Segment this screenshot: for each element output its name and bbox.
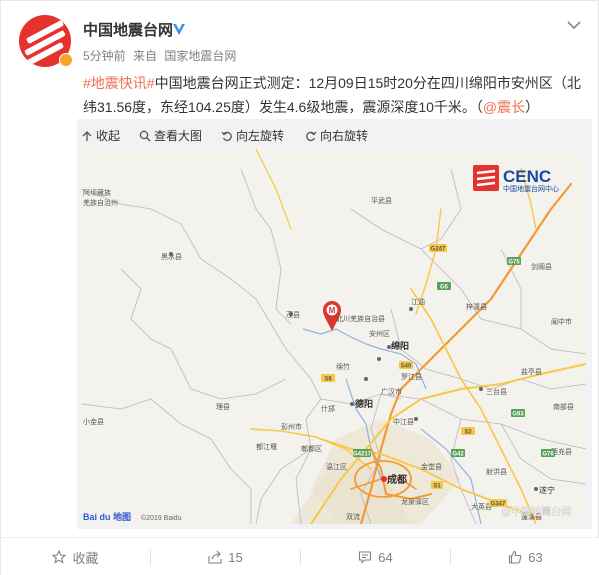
favorite-label: 收藏 [72,550,99,566]
svg-text:成都: 成都 [387,473,407,486]
svg-text:绵竹: 绵竹 [336,362,350,371]
svg-text:G76: G76 [542,452,554,458]
like-button[interactable]: 63 [451,538,599,575]
star-icon [52,550,67,564]
svg-text:盐亭县: 盐亭县 [521,367,542,376]
svg-text:梓潼县: 梓潼县 [466,302,487,311]
map-copyright: ©2019 Baidu [141,514,182,522]
svg-text:S1: S1 [433,484,441,490]
svg-text:小金县: 小金县 [83,417,104,426]
share-arrow-icon [208,550,222,564]
cenc-logo-sub: 中国地震台网中心 [503,184,559,193]
view-large-button[interactable]: 查看大图 [139,127,202,144]
cenc-logo-text: CENC [503,167,551,186]
action-bar: 收藏 15 64 63 [1,537,599,575]
svg-text:三台县: 三台县 [486,387,507,396]
svg-text:江油: 江油 [411,297,425,306]
svg-text:安州区: 安州区 [369,329,390,338]
weibo-post-card: 中国地震台网 5分钟前 来自 国家地震台网 #地震快讯#中国地震台网正式测定：1… [0,0,599,575]
mention-link[interactable]: @震长 [483,99,525,115]
svg-text:北川羌族自治县: 北川羌族自治县 [336,314,385,323]
rotate-right-label: 向右旋转 [320,129,369,143]
post-suffix: ） [525,99,540,115]
svg-text:都江堰: 都江堰 [256,442,277,451]
svg-text:羌族自治州: 羌族自治州 [83,198,118,207]
favorite-button[interactable]: 收藏 [1,538,150,575]
repost-count: 15 [228,549,243,565]
map-canvas: CENC 中国地震台网中心 M 阿坝藏族 羌族自治州 黑水县 茂县 小金县 平武… [81,149,586,524]
like-count: 63 [528,549,543,565]
verified-v-icon [173,24,185,35]
svg-text:大英县: 大英县 [471,502,492,511]
svg-text:德阳: 德阳 [355,398,373,409]
account-name[interactable]: 中国地震台网 [83,19,173,40]
hashtag-link[interactable]: #地震快讯# [83,75,155,91]
svg-text:金堂县: 金堂县 [421,462,442,471]
svg-text:什邡: 什邡 [321,404,335,413]
collapse-label: 收起 [96,129,121,143]
svg-text:阿坝藏族: 阿坝藏族 [83,188,111,197]
svg-text:剑阁县: 剑阁县 [531,262,552,271]
post-meta: 5分钟前 来自 国家地震台网 [83,47,240,64]
svg-text:郫都区: 郫都区 [301,444,322,453]
post-time[interactable]: 5分钟前 [83,49,126,63]
svg-text:平武县: 平武县 [371,196,392,205]
media-panel: 收起 查看大图 向左旋转 向右旋转 CENC 中国地震台网中心 M 阿坝藏族 羌… [77,119,592,529]
svg-text:G4217: G4217 [353,452,372,458]
magnifier-icon [139,130,151,141]
source-prefix: 来自 [133,49,158,63]
svg-text:S40: S40 [401,364,412,370]
post-text: #地震快讯#中国地震台网正式测定：12月09日15时20分在四川绵阳市安州区（北… [83,71,589,119]
rotate-left-button[interactable]: 向左旋转 [221,127,284,144]
svg-text:绵阳: 绵阳 [391,340,409,351]
svg-text:G75: G75 [508,260,520,266]
svg-text:G93: G93 [512,412,524,418]
rotate-left-icon [221,131,232,141]
rotate-right-icon [306,131,317,141]
svg-text:中江县: 中江县 [393,417,414,426]
svg-text:黑水县: 黑水县 [161,252,182,261]
svg-text:S2: S2 [464,430,472,436]
svg-text:G247: G247 [431,247,446,253]
svg-text:龙泉驿区: 龙泉驿区 [401,497,429,506]
rotate-right-button[interactable]: 向右旋转 [305,127,368,144]
thumbs-up-icon [509,550,522,564]
svg-text:理县: 理县 [216,403,230,411]
svg-text:茂县: 茂县 [286,310,300,319]
svg-text:南部县: 南部县 [553,402,574,411]
baidu-logo-text: Bai du 地图 [83,511,131,522]
chevron-down-icon[interactable] [566,19,582,31]
svg-text:遂宁: 遂宁 [539,485,555,495]
epicenter-label: M [329,306,336,315]
svg-text:双流: 双流 [346,512,360,521]
repost-button[interactable]: 15 [151,538,300,575]
comment-icon [359,551,372,564]
verified-badge-icon [59,53,73,67]
collapse-button[interactable]: 收起 [81,127,120,144]
image-toolbar: 收起 查看大图 向左旋转 向右旋转 [77,119,592,149]
svg-text:广汉市: 广汉市 [381,387,402,396]
epicenter-map-image[interactable]: CENC 中国地震台网中心 M 阿坝藏族 羌族自治州 黑水县 茂县 小金县 平武… [81,149,586,524]
rotate-left-label: 向左旋转 [236,129,285,143]
watermark: @中国地震台网 [501,505,571,518]
view-large-label: 查看大图 [154,129,203,143]
comment-count: 64 [378,549,393,565]
svg-text:G42: G42 [452,452,464,458]
comment-button[interactable]: 64 [301,538,450,575]
svg-text:G5: G5 [440,285,449,291]
svg-text:阆中市: 阆中市 [551,317,572,326]
arrow-up-icon [82,130,92,141]
svg-text:温江区: 温江区 [326,462,347,471]
svg-text:射洪县: 射洪县 [486,467,507,476]
svg-text:彭州市: 彭州市 [281,422,302,431]
cenc-logo: CENC 中国地震台网中心 [473,165,559,193]
post-source[interactable]: 国家地震台网 [164,49,236,63]
svg-text:罗江县: 罗江县 [401,373,422,381]
svg-text:S8: S8 [324,377,332,383]
